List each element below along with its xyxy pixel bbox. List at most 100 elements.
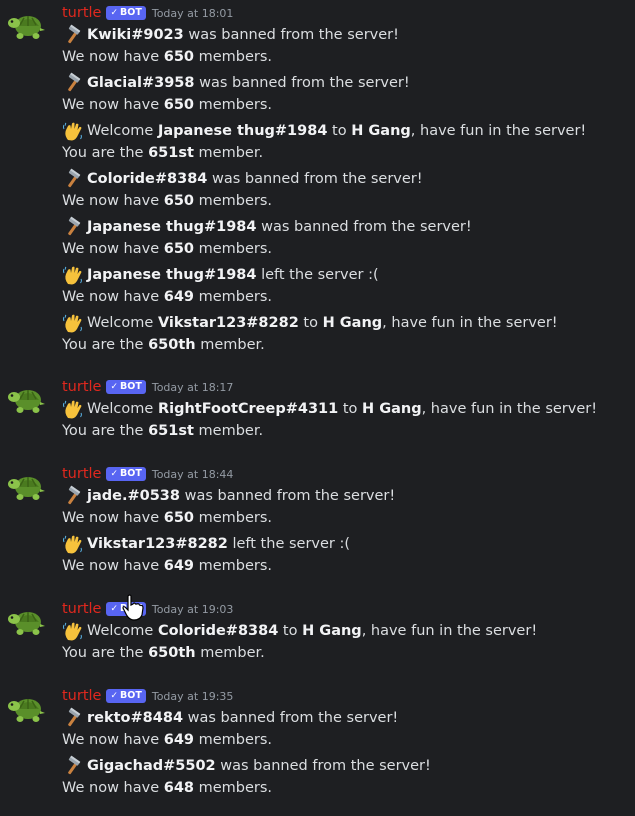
bold-text: 649 <box>163 732 195 748</box>
hammer-icon <box>62 707 84 729</box>
message-subline: We now have 650 members. <box>62 46 272 68</box>
bold-text: 648 <box>163 780 195 796</box>
bold-text: 651st <box>148 145 194 161</box>
text: member. <box>193 423 264 439</box>
bold-text: Coloride#8384 <box>157 623 279 639</box>
timestamp[interactable]: Today at 18:44 <box>152 468 234 481</box>
avatar[interactable] <box>6 689 46 729</box>
message-line: Glacial#3958 was banned from the server! <box>62 72 410 94</box>
bold-text: Japanese thug#1984 <box>157 123 328 139</box>
verified-check-icon: ✓ <box>110 469 119 479</box>
message-line: Welcome Japanese thug#1984 to H Gang, ha… <box>62 120 586 142</box>
text: members. <box>194 49 273 65</box>
text: members. <box>194 510 273 526</box>
avatar[interactable] <box>6 467 46 507</box>
username[interactable]: turtle <box>62 5 101 21</box>
text: We now have <box>62 289 164 305</box>
text: members. <box>194 97 273 113</box>
text: was banned from the server! <box>183 710 399 726</box>
text: to <box>338 401 363 417</box>
username[interactable]: turtle <box>62 379 101 395</box>
message-subline: We now have 649 members. <box>62 286 272 308</box>
avatar[interactable] <box>6 6 46 46</box>
text: You are the <box>62 645 149 661</box>
bold-text: 650 <box>163 97 195 113</box>
text: We now have <box>62 510 164 526</box>
text: was banned from the server! <box>215 758 431 774</box>
turtle-icon <box>8 612 45 635</box>
wave-icon <box>62 312 84 334</box>
hammer-icon <box>62 216 84 238</box>
bold-text: 650 <box>163 193 195 209</box>
text: We now have <box>62 97 164 113</box>
turtle-icon <box>8 699 45 722</box>
text: members. <box>194 193 273 209</box>
bold-text: RightFootCreep#4311 <box>157 401 339 417</box>
text: , have fun in the server! <box>382 315 558 331</box>
message-subline: We now have 649 members. <box>62 555 272 577</box>
text: Welcome <box>87 401 158 417</box>
text: We now have <box>62 780 164 796</box>
bold-text: Vikstar123#8282 <box>87 536 228 552</box>
message-subline: We now have 650 members. <box>62 507 272 529</box>
bold-text: 649 <box>163 558 195 574</box>
text: , have fun in the server! <box>361 623 538 639</box>
wave-icon <box>62 120 84 142</box>
hammer-icon <box>62 72 84 94</box>
message-line: Welcome Vikstar123#8282 to H Gang, have … <box>62 312 558 334</box>
bold-text: H Gang <box>302 623 362 639</box>
message-header: turtle ✓ BOT Today at 19:35 <box>62 685 233 707</box>
message-line: Japanese thug#1984 was banned from the s… <box>62 216 472 238</box>
turtle-icon <box>8 16 45 39</box>
text: was banned from the server! <box>256 219 472 235</box>
bold-text: H Gang <box>322 315 383 331</box>
bot-badge: ✓BOT <box>106 380 146 394</box>
bot-badge-label: BOT <box>120 690 142 701</box>
message-subline: You are the 651st member. <box>62 420 263 442</box>
verified-check-icon: ✓ <box>110 8 119 18</box>
text: You are the <box>62 337 149 353</box>
verified-check-icon: ✓ <box>110 382 119 392</box>
text: members. <box>194 289 273 305</box>
verified-check-icon: ✓ <box>110 691 119 701</box>
hammer-icon <box>62 24 84 46</box>
message-subline: You are the 650th member. <box>62 642 265 664</box>
bold-text: 649 <box>163 289 195 305</box>
text: members. <box>194 241 273 257</box>
text: member. <box>193 145 264 161</box>
timestamp[interactable]: Today at 19:35 <box>152 690 234 703</box>
bold-text: 651st <box>148 423 194 439</box>
bold-text: 650 <box>163 510 195 526</box>
timestamp[interactable]: Today at 19:03 <box>152 603 234 616</box>
text: We now have <box>62 558 164 574</box>
text: to <box>327 123 352 139</box>
hammer-icon <box>62 755 84 777</box>
message-subline: You are the 651st member. <box>62 142 263 164</box>
text: member. <box>195 337 265 353</box>
text: was banned from the server! <box>194 75 410 91</box>
wave-icon <box>62 398 84 420</box>
username[interactable]: turtle <box>62 466 101 482</box>
bold-text: Vikstar123#8282 <box>157 315 299 331</box>
text: members. <box>194 732 273 748</box>
timestamp[interactable]: Today at 18:01 <box>152 7 234 20</box>
bold-text: 650 <box>163 49 195 65</box>
text: to <box>298 315 323 331</box>
text: We now have <box>62 732 164 748</box>
username[interactable]: turtle <box>62 688 101 704</box>
bold-text: Glacial#3958 <box>87 75 195 91</box>
bot-badge: ✓BOT <box>106 689 146 703</box>
hammer-icon <box>62 485 84 507</box>
text: Welcome <box>87 315 158 331</box>
message-line: Gigachad#5502 was banned from the server… <box>62 755 431 777</box>
text: Welcome <box>87 623 158 639</box>
username[interactable]: turtle <box>62 601 101 617</box>
message-subline: We now have 650 members. <box>62 238 272 260</box>
avatar[interactable] <box>6 602 46 642</box>
message-subline: You are the 650th member. <box>62 334 265 356</box>
bot-badge-label: BOT <box>120 468 142 479</box>
text: member. <box>195 645 265 661</box>
avatar[interactable] <box>6 380 46 420</box>
timestamp[interactable]: Today at 18:17 <box>152 381 234 394</box>
bold-text: Coloride#8384 <box>87 171 208 187</box>
